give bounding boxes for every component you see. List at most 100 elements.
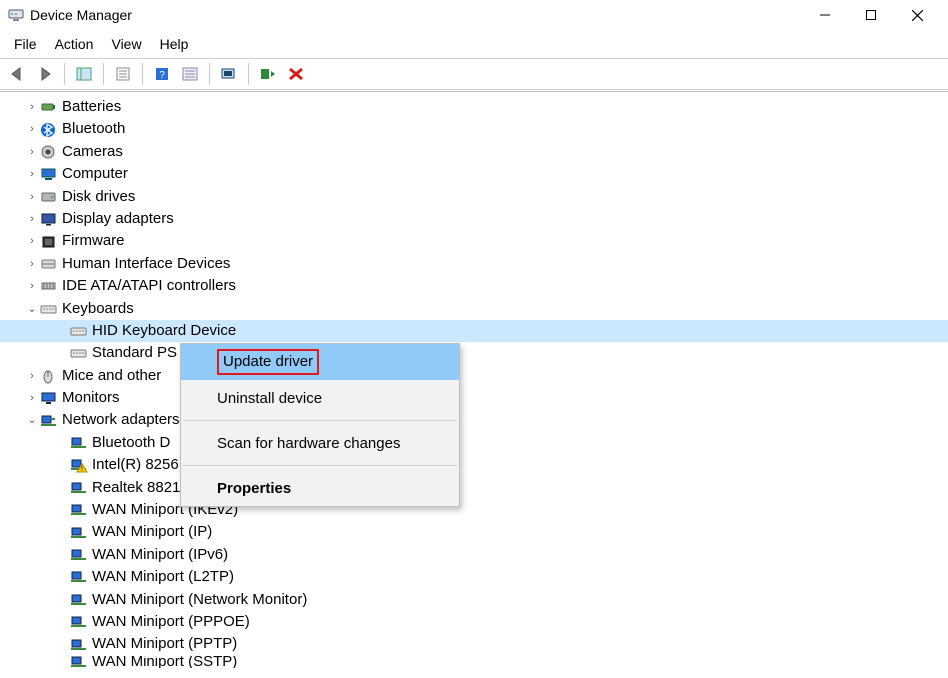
tree-node-hid[interactable]: › Human Interface Devices: [0, 253, 948, 275]
keyboard-icon: [40, 300, 58, 318]
toolbar-separator: [64, 63, 65, 85]
device-tree: › Batteries › Bluetooth › Cameras › Comp…: [0, 92, 948, 668]
tree-node-keyboards[interactable]: ⌄ Keyboards: [0, 298, 948, 320]
expand-caret[interactable]: ›: [24, 275, 40, 297]
menu-help[interactable]: Help: [152, 34, 197, 54]
tree-leaf-wan-netmon[interactable]: WAN Miniport (Network Monitor): [0, 589, 948, 611]
tree-leaf-wan-ikev2[interactable]: WAN Miniport (IKEv2): [0, 499, 948, 521]
keyboard-icon: [70, 344, 88, 362]
expand-caret[interactable]: ›: [24, 365, 40, 387]
tree-leaf-wan-ip[interactable]: WAN Miniport (IP): [0, 521, 948, 543]
expand-caret[interactable]: ›: [24, 230, 40, 252]
tree-label: IDE ATA/ATAPI controllers: [62, 275, 236, 297]
properties-sheet-icon[interactable]: [110, 62, 136, 86]
close-button[interactable]: [894, 0, 940, 30]
toolbar-separator: [103, 63, 104, 85]
menubar: File Action View Help: [0, 30, 948, 58]
expand-caret[interactable]: ⌄: [24, 298, 40, 320]
tree-label: Cameras: [62, 141, 123, 163]
tree-leaf-bluetooth-adapter[interactable]: Bluetooth D: [0, 432, 948, 454]
tree-label: Keyboards: [62, 298, 134, 320]
context-item-label: Properties: [217, 480, 291, 497]
tree-leaf-wan-pptp[interactable]: WAN Miniport (PPTP): [0, 633, 948, 655]
tree-node-display-adapters[interactable]: › Display adapters: [0, 208, 948, 230]
tree-leaf-hid-keyboard[interactable]: HID Keyboard Device: [0, 320, 948, 342]
tree-label: Human Interface Devices: [62, 253, 230, 275]
forward-arrow-icon[interactable]: [32, 62, 58, 86]
minimize-button[interactable]: [802, 0, 848, 30]
tree-label: Computer: [62, 163, 128, 185]
bluetooth-icon: [40, 121, 58, 139]
network-adapter-icon: [70, 501, 88, 519]
tree-node-bluetooth[interactable]: › Bluetooth: [0, 118, 948, 140]
tree-leaf-wan-pppoe[interactable]: WAN Miniport (PPPOE): [0, 611, 948, 633]
tree-leaf-realtek[interactable]: Realtek 8821CE Wireless LAN 802.11ac PCI…: [0, 477, 948, 499]
window-title: Device Manager: [30, 7, 132, 23]
titlebar: Device Manager: [0, 0, 948, 30]
expand-caret[interactable]: ›: [24, 186, 40, 208]
monitor-icon: [40, 389, 58, 407]
menu-action[interactable]: Action: [47, 34, 102, 54]
context-item-label: Scan for hardware changes: [217, 435, 400, 452]
hid-icon: [40, 255, 58, 273]
scan-hardware-icon[interactable]: [216, 62, 242, 86]
expand-caret[interactable]: ›: [24, 163, 40, 185]
disable-device-icon[interactable]: [283, 62, 309, 86]
tree-node-firmware[interactable]: › Firmware: [0, 230, 948, 252]
network-adapter-icon: [70, 434, 88, 452]
tree-leaf-wan-l2tp[interactable]: WAN Miniport (L2TP): [0, 566, 948, 588]
tree-node-batteries[interactable]: › Batteries: [0, 96, 948, 118]
expand-caret[interactable]: ›: [24, 141, 40, 163]
tree-label: WAN Miniport (IP): [92, 521, 212, 543]
ide-icon: [40, 277, 58, 295]
expand-caret[interactable]: ›: [24, 118, 40, 140]
computer-icon: [40, 165, 58, 183]
tree-node-computer[interactable]: › Computer: [0, 163, 948, 185]
context-item-uninstall-device[interactable]: Uninstall device: [181, 380, 459, 416]
expand-caret[interactable]: ›: [24, 208, 40, 230]
tree-label: WAN Miniport (IPv6): [92, 544, 228, 566]
tree-label: Disk drives: [62, 186, 135, 208]
camera-icon: [40, 143, 58, 161]
tree-label: WAN Miniport (SSTP): [92, 656, 237, 668]
tree-label: Display adapters: [62, 208, 174, 230]
expand-caret[interactable]: ›: [24, 96, 40, 118]
back-arrow-icon[interactable]: [4, 62, 30, 86]
context-menu-separator: [183, 465, 457, 466]
tree-node-disk-drives[interactable]: › Disk drives: [0, 186, 948, 208]
tree-node-monitors[interactable]: › Monitors: [0, 387, 948, 409]
context-item-scan-hardware[interactable]: Scan for hardware changes: [181, 425, 459, 461]
tree-label: WAN Miniport (PPPOE): [92, 611, 250, 633]
tree-node-cameras[interactable]: › Cameras: [0, 141, 948, 163]
context-item-label: Uninstall device: [217, 390, 322, 407]
maximize-button[interactable]: [848, 0, 894, 30]
tree-node-ide[interactable]: › IDE ATA/ATAPI controllers: [0, 275, 948, 297]
tree-node-mice[interactable]: › Mice and other: [0, 365, 948, 387]
tree-label: WAN Miniport (PPTP): [92, 633, 237, 655]
context-item-update-driver[interactable]: Update driver: [181, 344, 459, 380]
disk-icon: [40, 188, 58, 206]
annotation-highlight: Update driver: [217, 349, 319, 375]
tree-label: HID Keyboard Device: [92, 320, 236, 342]
context-item-properties[interactable]: Properties: [181, 470, 459, 506]
expand-caret[interactable]: ›: [24, 253, 40, 275]
tree-label: Intel(R) 8256: [92, 454, 179, 476]
tree-leaf-intel-adapter[interactable]: ! Intel(R) 8256: [0, 454, 948, 476]
tree-leaf-standard-ps[interactable]: Standard PS: [0, 342, 948, 364]
toolbar-separator: [248, 63, 249, 85]
tree-label: Bluetooth D: [92, 432, 170, 454]
show-hide-tree-icon[interactable]: [71, 62, 97, 86]
tree-leaf-wan-ipv6[interactable]: WAN Miniport (IPv6): [0, 544, 948, 566]
action-list-icon[interactable]: [177, 62, 203, 86]
menu-view[interactable]: View: [103, 34, 149, 54]
expand-caret[interactable]: ›: [24, 387, 40, 409]
help-icon[interactable]: ?: [149, 62, 175, 86]
tree-label: Monitors: [62, 387, 120, 409]
menu-file[interactable]: File: [6, 34, 45, 54]
expand-caret[interactable]: ⌄: [24, 409, 40, 431]
tree-leaf-wan-sstp[interactable]: WAN Miniport (SSTP): [0, 656, 948, 668]
enable-device-icon[interactable]: [255, 62, 281, 86]
mouse-icon: [40, 367, 58, 385]
context-menu-separator: [183, 420, 457, 421]
tree-node-network-adapters[interactable]: ⌄ Network adapters: [0, 409, 948, 431]
